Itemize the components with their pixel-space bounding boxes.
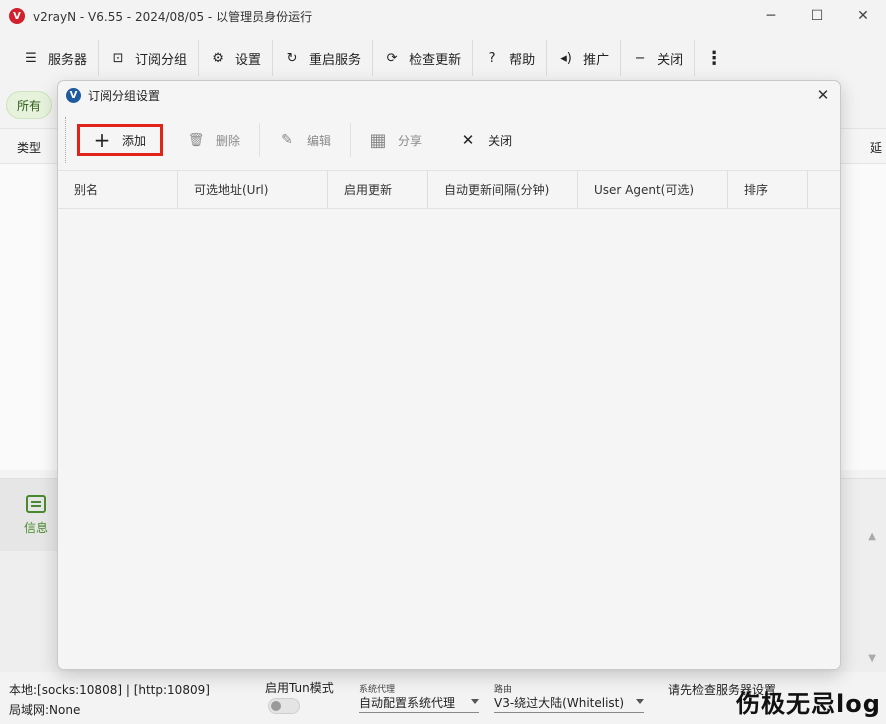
check-update-label: 检查更新 (409, 52, 462, 68)
server-icon: ☰ (25, 50, 37, 66)
v2rayn-dialog-logo-icon: V (66, 87, 81, 103)
filter-all-chip[interactable]: 所有 (6, 91, 53, 119)
share-button-label: 分享 (398, 133, 423, 148)
more-menu-button[interactable]: ⋮ (695, 40, 742, 76)
column-sort[interactable]: 排序 (728, 171, 808, 208)
gear-icon: ⚙ (212, 50, 224, 66)
v2rayn-logo-icon: V (9, 8, 25, 24)
update-icon: ⟳ (386, 50, 398, 66)
dialog-title-bar: V 订阅分组设置 ✕ (58, 81, 840, 109)
qr-code-icon: ▦ (369, 129, 387, 151)
close-window-button[interactable]: ✕ (840, 0, 886, 32)
maximize-button[interactable]: ☐ (794, 0, 840, 32)
subscription-group-label: 订阅分组 (135, 52, 188, 68)
minus-icon: − (634, 50, 646, 66)
settings-label: 设置 (235, 52, 262, 68)
subscription-group-dialog: V 订阅分组设置 ✕ + 添加 🗑 删除 ✎ 编辑 ▦ 分享 ✕ 关闭 别名 可… (57, 80, 841, 670)
trash-icon: 🗑 (187, 132, 205, 148)
column-enable-update[interactable]: 启用更新 (328, 171, 428, 208)
local-ports-text: 本地:[socks:10808] | [http:10809] (9, 683, 210, 697)
promotion-label: 推广 (583, 52, 610, 68)
chevron-down-icon (636, 699, 644, 704)
column-delay[interactable]: 延 (870, 139, 882, 156)
tun-mode-toggle[interactable] (268, 698, 300, 714)
subscription-grid-header: 别名 可选地址(Url) 启用更新 自动更新间隔(分钟) User Agent(… (58, 170, 840, 209)
close-icon: ✕ (461, 131, 475, 149)
message-icon (26, 494, 46, 513)
dialog-close-label: 关闭 (488, 133, 513, 148)
restart-icon: ↻ (286, 50, 298, 66)
scroll-down-icon[interactable]: ▼ (868, 653, 876, 664)
add-button[interactable]: + 添加 (77, 124, 164, 156)
edit-button[interactable]: ✎ 编辑 (260, 123, 352, 157)
edit-button-label: 编辑 (307, 133, 332, 148)
help-menu[interactable]: ? 帮助 (473, 40, 548, 76)
tun-mode-label: 启用Tun模式 (265, 681, 334, 695)
promotion-button[interactable]: ◂) 推广 (547, 40, 622, 76)
system-proxy-value: 自动配置系统代理 (359, 696, 456, 710)
minimize-button[interactable]: ─ (748, 0, 794, 32)
settings-menu[interactable]: ⚙ 设置 (199, 40, 274, 76)
speaker-icon: ◂) (560, 50, 572, 66)
system-proxy-select[interactable]: 自动配置系统代理 (359, 693, 479, 713)
restart-service-button[interactable]: ↻ 重启服务 (273, 40, 374, 76)
chevron-down-icon (471, 699, 479, 704)
delete-button[interactable]: 🗑 删除 (169, 123, 261, 157)
close-app-label: 关闭 (657, 52, 684, 68)
column-update-interval[interactable]: 自动更新间隔(分钟) (428, 171, 578, 208)
more-vertical-icon: ⋮ (705, 47, 724, 69)
help-label: 帮助 (509, 52, 536, 68)
help-icon: ? (488, 50, 496, 66)
routing-select[interactable]: V3-绕过大陆(Whitelist) (494, 693, 644, 713)
servers-menu[interactable]: ☰ 服务器 (12, 40, 100, 76)
dialog-close-icon[interactable]: ✕ (814, 86, 832, 104)
window-title: v2rayN - V6.55 - 2024/08/05 - 以管理员身份运行 (33, 9, 313, 24)
window-controls: ─ ☐ ✕ (748, 0, 886, 32)
toggle-knob (271, 701, 281, 711)
watermark: 伤极无忌log (736, 690, 881, 718)
pencil-icon: ✎ (281, 132, 293, 148)
column-url[interactable]: 可选地址(Url) (178, 171, 328, 208)
delete-button-label: 删除 (216, 133, 241, 148)
check-update-menu[interactable]: ⟳ 检查更新 (373, 40, 474, 76)
subscription-icon: ⊡ (112, 50, 124, 66)
lan-text: 局域网:None (9, 703, 81, 717)
plus-icon: + (93, 128, 111, 152)
subscription-group-menu[interactable]: ⊡ 订阅分组 (99, 40, 200, 76)
dialog-close-button[interactable]: ✕ 关闭 (441, 123, 531, 157)
dialog-title: 订阅分组设置 (88, 88, 161, 103)
subscription-grid-body[interactable] (58, 209, 840, 669)
column-type[interactable]: 类型 (17, 139, 41, 156)
add-button-label: 添加 (122, 133, 147, 148)
servers-menu-label: 服务器 (48, 52, 88, 68)
info-tab-label: 信息 (23, 520, 48, 535)
column-user-agent[interactable]: User Agent(可选) (578, 171, 728, 208)
dialog-toolbar: + 添加 🗑 删除 ✎ 编辑 ▦ 分享 ✕ 关闭 (65, 117, 835, 163)
close-app-button[interactable]: − 关闭 (621, 40, 696, 76)
main-toolbar: ☰ 服务器 ⊡ 订阅分组 ⚙ 设置 ↻ 重启服务 ⟳ 检查更新 ? 帮助 ◂) … (0, 38, 886, 78)
restart-service-label: 重启服务 (309, 52, 362, 68)
share-button[interactable]: ▦ 分享 (351, 123, 441, 157)
column-alias[interactable]: 别名 (58, 171, 178, 208)
routing-value: V3-绕过大陆(Whitelist) (494, 696, 625, 710)
title-bar: V v2rayN - V6.55 - 2024/08/05 - 以管理员身份运行… (0, 0, 886, 32)
scroll-up-icon[interactable]: ▲ (868, 531, 876, 542)
